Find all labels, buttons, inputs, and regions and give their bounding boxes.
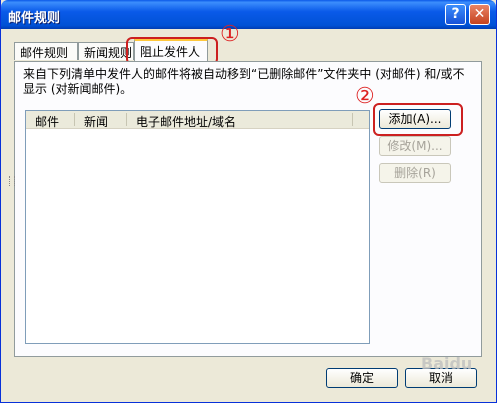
window-title: 邮件规则 <box>8 11 61 26</box>
list-header: 邮件 新闻 电子邮件地址/域名 <box>26 111 369 129</box>
watermark-logo: Baidu <box>421 354 473 373</box>
help-icon: ? <box>451 6 460 22</box>
panel-description: 来自下列清单中发件人的邮件将被自动移到“已删除邮件”文件夹中 (对邮件) 和/或… <box>23 67 465 96</box>
tab-blocked-senders[interactable]: 阻止发件人 <box>134 39 208 61</box>
help-button[interactable]: ? <box>445 4 466 25</box>
close-button[interactable]: ✕ <box>469 4 490 25</box>
annotation-box-add <box>373 103 463 136</box>
column-divider[interactable] <box>352 113 353 126</box>
dialog-window: 邮件规则 ? ✕ 邮件规则 新闻规则 阻止发件人 ① 来自下列清单中发件人的邮件… <box>0 0 497 403</box>
ok-button[interactable]: 确定 <box>326 368 398 388</box>
column-header-mail[interactable]: 邮件 <box>35 113 59 130</box>
delete-button[interactable]: 删除(R) <box>379 163 451 183</box>
annotation-mark-2: ② <box>355 84 375 109</box>
title-bar[interactable]: 邮件规则 ? ✕ <box>1 0 496 29</box>
tab-mail-rules[interactable]: 邮件规则 <box>14 42 78 60</box>
column-divider[interactable] <box>126 113 127 126</box>
close-icon: ✕ <box>473 6 486 22</box>
column-header-address[interactable]: 电子邮件地址/域名 <box>136 113 236 130</box>
column-divider[interactable] <box>74 113 75 126</box>
modify-button[interactable]: 修改(M)... <box>379 136 451 156</box>
annotation-mark-1: ① <box>220 22 240 47</box>
column-header-news[interactable]: 新闻 <box>84 113 108 130</box>
blocked-senders-list[interactable]: 邮件 新闻 电子邮件地址/域名 <box>25 110 370 344</box>
resize-grip <box>9 176 15 186</box>
